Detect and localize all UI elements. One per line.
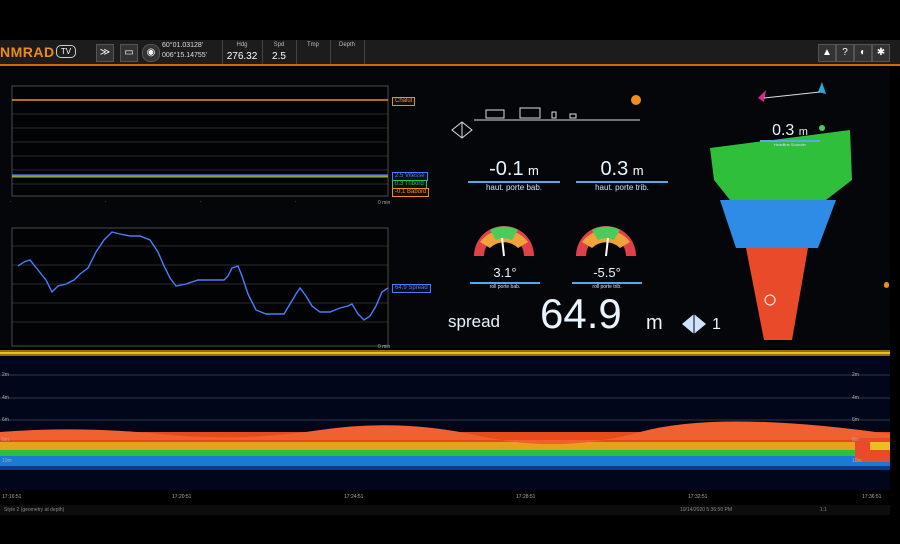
echogram-svg [0, 350, 890, 470]
trawl-headline-readout: 0.3 m Headline Sounder [760, 122, 820, 147]
chart-door-height-svg: · · · · [10, 85, 389, 205]
latitude: 60°01.03128' [162, 42, 204, 49]
spd-label: Spd [273, 42, 285, 48]
time-label-3: 17:24:51 [344, 494, 364, 500]
spread-unit: m [646, 312, 663, 334]
stbd-height-label: haut. porte trib. [595, 183, 649, 192]
hdg-label: Hdg [236, 42, 248, 48]
stbd-roll-readout: -5.5° roll porte trib. [572, 264, 642, 290]
port-height-label: haut. porte bab. [485, 183, 543, 192]
chart-spread-history[interactable]: 64.9 Spread 0 min [0, 222, 431, 352]
svg-text:·: · [200, 199, 202, 205]
tmp-readout: Tmp [296, 40, 331, 64]
depth-label-left-10m: 10m [2, 458, 12, 464]
gps-icon[interactable]: ◉ [142, 44, 160, 62]
help-icon[interactable]: ? [836, 44, 854, 62]
brand-logo: NMRAD [0, 44, 55, 60]
status-bar: Style 2 (geometry at depth) 10/14/2020 5… [0, 505, 890, 515]
depth-label-left-8m: 8m [2, 437, 9, 443]
depth-label-left-2m: 2m [2, 372, 9, 378]
hdg-readout: Hdg 276.32 [222, 40, 263, 64]
chart-spread-svg [11, 227, 389, 347]
port-roll-readout: 3.1° roll porte bab. [470, 264, 540, 290]
trawl-red-layer [746, 248, 808, 340]
depth-label-right-2m: 2m [852, 372, 859, 378]
warning-icon[interactable]: ▲ [818, 44, 836, 62]
time-label-5: 17:32:51 [688, 494, 708, 500]
status-left-text: Style 2 (geometry at depth) [4, 507, 65, 513]
depth-label-right-10m: 10m [852, 458, 862, 464]
time-label-6: 17:36:51 [862, 494, 882, 500]
time-label-4: 17:28:51 [516, 494, 536, 500]
trawl-sublabel: Headline Sounder [773, 142, 807, 147]
svg-text:·: · [10, 199, 12, 205]
time-label-2: 17:20:51 [172, 494, 192, 500]
depth-label-left-6m: 6m [2, 417, 9, 423]
stbd-roll-gauge [576, 226, 636, 257]
headline-sensor-icon [758, 82, 826, 102]
time-label-1: 17:16:51 [2, 494, 22, 500]
status-indicator-icon [631, 95, 641, 105]
spd-value: 2.5 [272, 51, 286, 62]
port-height-value: -0.1 [489, 158, 524, 180]
longitude: 006°15.14755' [162, 52, 208, 59]
trawl-funnel-svg [710, 82, 852, 340]
settings-icon[interactable]: ✱ [872, 44, 890, 62]
chart1-x-end-label: 0 min [378, 200, 391, 206]
side-status-dot [884, 282, 889, 288]
depth-readout: Depth [330, 40, 365, 64]
stbd-roll-value: -5.5° [593, 265, 621, 280]
status-date-text: 10/14/2020 5:36:50 PM [680, 507, 732, 513]
port-roll-value: 3.1° [493, 265, 517, 280]
position-readout: 60°01.03128' 006°15.14755' [160, 40, 223, 64]
legend-spread: 64.9 Spread [392, 284, 431, 293]
svg-text:·: · [295, 199, 297, 205]
port-height-unit: m [528, 163, 539, 178]
spd-readout: Spd 2.5 [262, 40, 297, 64]
trawl-blue-layer [720, 200, 836, 248]
legend-babord: -0.1 Babord [392, 188, 430, 197]
roll-gauges-svg [474, 226, 636, 257]
depth-label-right-8m: 8m [852, 437, 859, 443]
trawl-panel[interactable]: 0.3 m Headline Sounder [700, 70, 876, 350]
collapse-chevron-icon[interactable]: ≫ [96, 44, 114, 62]
spread-value: 64.9 [540, 290, 622, 337]
hide-icon[interactable]: ◐ [854, 44, 872, 62]
svg-text:·: · [105, 199, 107, 205]
spread-label: spread [448, 312, 500, 331]
stbd-height-value: 0.3 [600, 158, 629, 180]
screen-icon[interactable]: ▭ [120, 44, 138, 62]
depth-label-left-4m: 4m [2, 395, 9, 401]
tmp-label: Tmp [307, 42, 319, 48]
port-height-readout: -0.1 m haut. porte bab. [464, 158, 564, 192]
chart-door-height[interactable]: · · · · Chalut 2.5 Vitesse 0.3 Tribord -0.1… [0, 66, 430, 208]
top-toolbar: NMRAD TV ≫ ▭ ◉ 60°01.03128' 006°15.14755… [0, 40, 900, 66]
status-right-text: 1:1 [820, 507, 827, 513]
depth-label-right-4m: 4m [852, 395, 859, 401]
port-roll-label: roll porte bab. [489, 284, 521, 290]
trawl-value: 0.3 [772, 122, 795, 139]
depth-label-right-6m: 6m [852, 417, 859, 423]
stbd-height-readout: 0.3 m haut. porte trib. [572, 158, 672, 192]
vessel-profile-svg [451, 95, 641, 139]
tv-badge[interactable]: TV [56, 45, 76, 58]
port-roll-gauge [474, 226, 534, 257]
legend-chalut: Chalut [392, 97, 416, 106]
trawl-unit: m [798, 126, 808, 138]
echogram-panel[interactable]: 2m 4m 6m 8m 10m 2m 4m 6m 8m 10m [0, 350, 890, 505]
stbd-height-unit: m [632, 163, 644, 178]
depth-label: Depth [338, 42, 355, 48]
hdg-value: 276.32 [226, 51, 258, 62]
